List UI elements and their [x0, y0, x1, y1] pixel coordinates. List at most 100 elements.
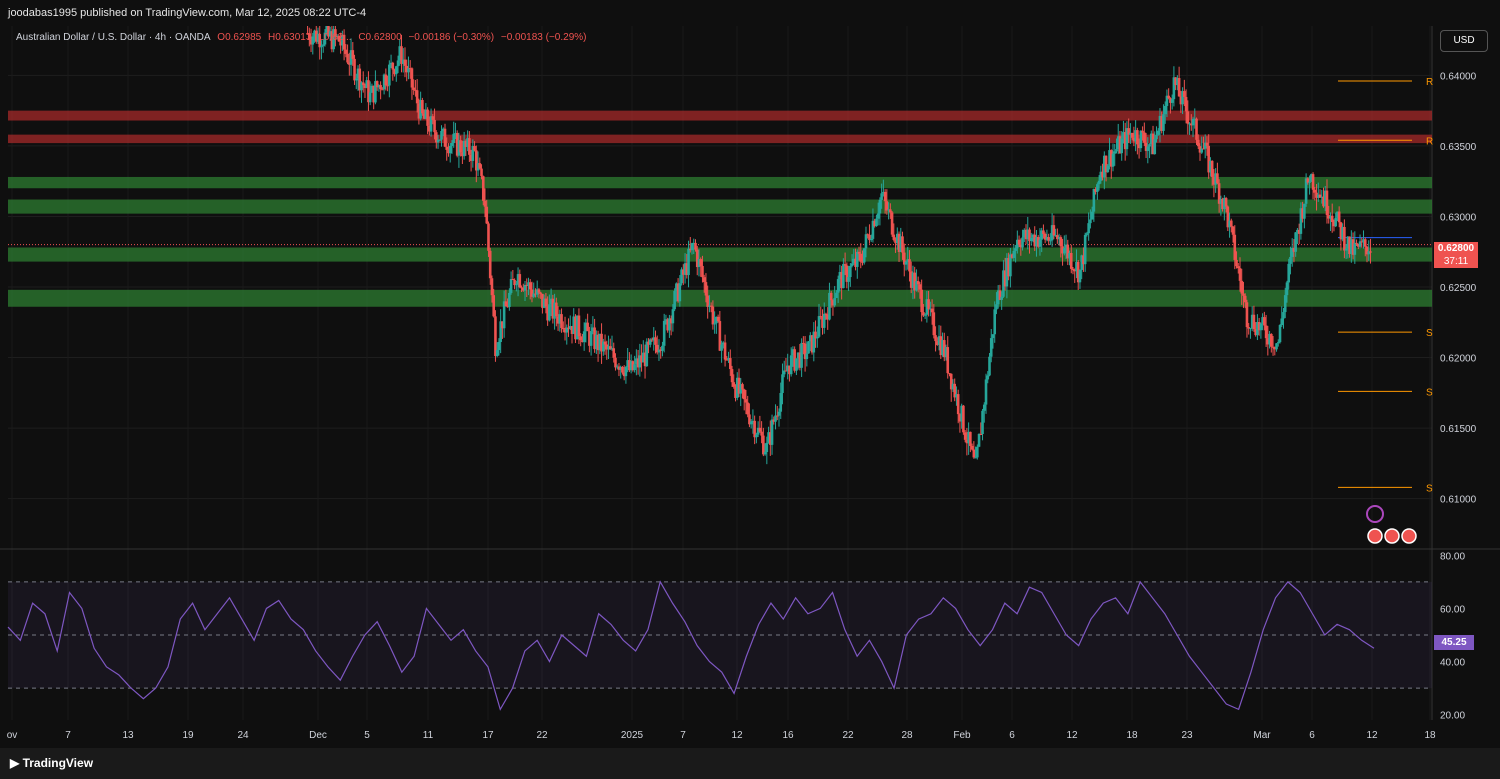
candle-body: [807, 341, 810, 354]
candle-body: [1240, 280, 1244, 294]
publish-header: joodabas1995 published on TradingView.co…: [0, 0, 1500, 26]
candle-body: [1259, 323, 1263, 331]
candle-body: [1275, 343, 1278, 350]
candle-body: [384, 74, 388, 86]
candle-body: [1162, 114, 1165, 131]
candle-body: [459, 140, 462, 153]
tradingview-logo[interactable]: ▶ TradingView: [10, 756, 93, 770]
time-tick-label: 18: [1126, 730, 1138, 741]
candle-body: [970, 445, 974, 450]
candle-body: [1191, 118, 1195, 126]
candle-body: [1249, 327, 1252, 329]
candle-body: [391, 62, 395, 70]
candle-body: [981, 410, 984, 435]
candle-body: [986, 375, 990, 380]
candle-body: [1216, 173, 1219, 184]
time-tick-label: 2025: [621, 730, 644, 741]
candle-body: [847, 277, 850, 282]
candle-body: [1085, 233, 1089, 235]
symbol-name[interactable]: Australian Dollar / U.S. Dollar · 4h · O…: [16, 32, 211, 43]
time-tick-label: 7: [65, 730, 71, 741]
chart-canvas[interactable]: 0.64000 0.63500 0.63000 0.62500 0.62000 0.615…: [0, 0, 1500, 779]
candle-body: [779, 392, 783, 412]
candle-body: [1186, 111, 1190, 124]
candle-body: [1139, 130, 1143, 149]
pivot-label: S: [1426, 387, 1433, 398]
candle-body: [504, 301, 508, 307]
candle-body: [974, 457, 977, 459]
candle-body: [548, 304, 551, 321]
time-tick-label: ov: [7, 730, 18, 741]
candle-body: [817, 316, 821, 337]
candle-body: [621, 366, 624, 373]
candle-body: [351, 50, 355, 59]
time-tick-label: 22: [536, 730, 548, 741]
candle-body: [758, 427, 762, 432]
candle-body: [1078, 269, 1082, 283]
candle-body: [1369, 251, 1372, 253]
candle-body: [795, 358, 798, 371]
candle-body: [701, 265, 704, 278]
candle-body: [1167, 95, 1170, 99]
candle-body: [480, 168, 483, 177]
candle-body: [1311, 174, 1315, 190]
candle-body: [1021, 237, 1024, 248]
price-tick-label: 0.63000: [1440, 212, 1477, 223]
candle-body: [984, 379, 988, 405]
candle-body: [1146, 146, 1150, 151]
candle-body: [1344, 248, 1348, 251]
candle-body: [1353, 242, 1357, 255]
candle-body: [702, 277, 706, 283]
candle-body: [473, 146, 476, 151]
candle-body: [624, 367, 628, 377]
candle-body: [805, 353, 809, 360]
time-tick-label: 12: [1366, 730, 1378, 741]
candle-body: [890, 212, 894, 235]
candle-body: [497, 342, 501, 351]
candle-body: [1156, 130, 1160, 135]
candle-body: [1196, 139, 1200, 147]
candle-body: [1049, 240, 1052, 242]
candle-body: [864, 234, 868, 249]
candle-body: [962, 405, 965, 433]
candle-body: [433, 119, 436, 133]
time-tick-label: 19: [182, 730, 194, 741]
candle-body: [394, 66, 398, 75]
us-event-flag-icon: [1384, 528, 1400, 544]
candle-body: [889, 209, 892, 213]
time-tick-label: 7: [680, 730, 686, 741]
candle-body: [346, 53, 349, 63]
footer-bar: ▶ TradingView: [0, 748, 1500, 779]
candle-body: [713, 323, 716, 325]
candle-body: [842, 264, 845, 289]
candle-body: [1115, 149, 1118, 152]
high-value: H0.63013: [268, 32, 312, 43]
candle-body: [1233, 234, 1237, 260]
candle-body: [1170, 99, 1174, 103]
candle-body: [388, 64, 391, 86]
candle-body: [916, 281, 920, 285]
candle-body: [1252, 314, 1256, 330]
candle-body: [857, 251, 861, 254]
candle-body: [930, 308, 934, 313]
candle-body: [560, 314, 563, 328]
candle-body: [892, 234, 896, 240]
candle-body: [963, 432, 967, 440]
candle-body: [1017, 239, 1021, 245]
candle-body: [1059, 237, 1063, 247]
candle-body: [875, 218, 878, 227]
candle-body: [1230, 220, 1233, 227]
candle-body: [901, 236, 904, 253]
candle-body: [800, 342, 803, 368]
candle-body: [1148, 144, 1151, 147]
candle-body: [431, 116, 435, 120]
candle-body: [763, 452, 767, 455]
currency-button[interactable]: USD: [1440, 30, 1488, 52]
candle-body: [478, 163, 482, 169]
candle-body: [1012, 250, 1016, 258]
candle-body: [876, 213, 880, 219]
candle-body: [579, 336, 582, 341]
candle-body: [927, 299, 930, 310]
candle-body: [614, 357, 617, 368]
candle-body: [732, 382, 736, 387]
